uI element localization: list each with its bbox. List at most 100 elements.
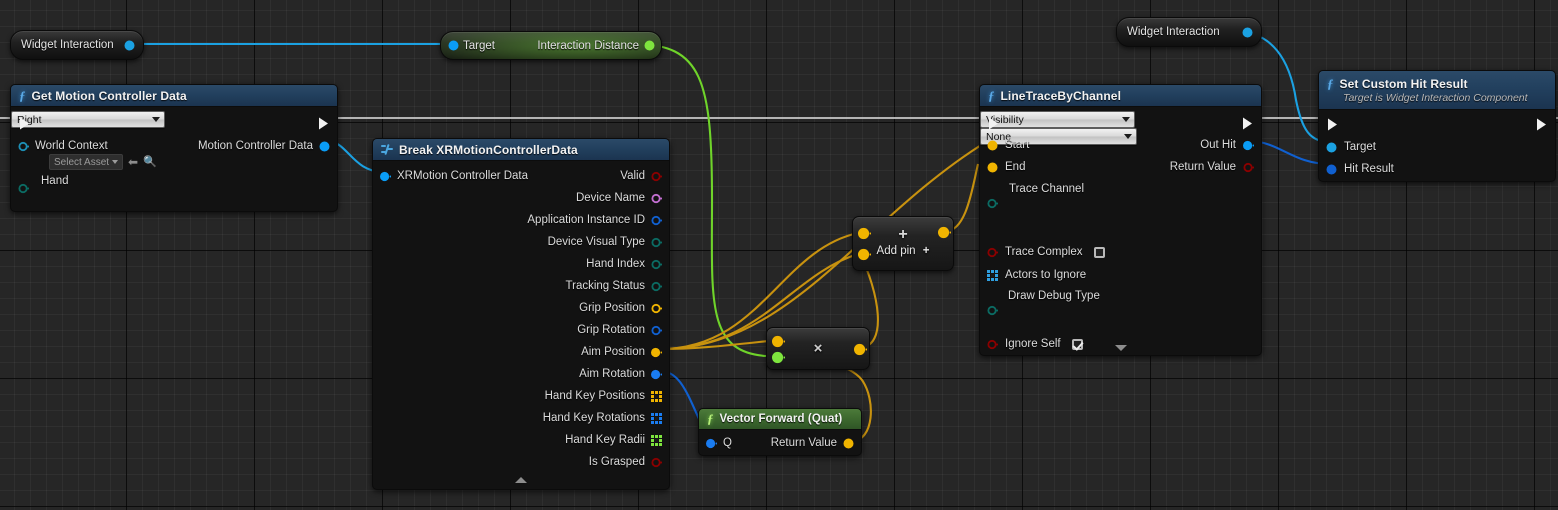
schr-input-hit-result[interactable]: Hit Result <box>1326 161 1394 177</box>
gmcd-input-hand[interactable] <box>18 180 29 196</box>
lt-input-draw-debug-type-pin[interactable] <box>987 302 998 318</box>
lt-input-end[interactable]: End <box>987 159 1025 175</box>
node-multiply[interactable]: × <box>766 327 870 370</box>
exec-in-arrow-icon[interactable] <box>988 117 999 130</box>
lt-input-actors-to-ignore[interactable]: Actors to Ignore <box>987 267 1086 283</box>
break-output-grip-position[interactable]: Grip Position <box>579 300 662 316</box>
exec-out-arrow-icon[interactable] <box>1242 117 1253 130</box>
lt-output-out-hit[interactable]: Out Hit <box>1200 137 1254 153</box>
vfq-output-return-value[interactable]: Return Value <box>771 435 854 451</box>
lt-output-return-value[interactable]: Return Value <box>1170 159 1254 175</box>
break-output-grip-rotation[interactable]: Grip Rotation <box>577 322 662 338</box>
line-trace-expand-down-arrow[interactable] <box>980 345 1261 351</box>
select-asset-dropdown[interactable]: Select Asset <box>49 154 124 170</box>
break-output-valid[interactable]: Valid <box>620 168 662 184</box>
break-output-device-visual-type[interactable]: Device Visual Type <box>548 234 662 250</box>
pin-lt-end[interactable] <box>987 162 998 173</box>
pin-motion-controller-data[interactable] <box>319 141 330 152</box>
lt-input-trace-channel-pin[interactable] <box>987 195 998 211</box>
pin-hand-key-rotations-array[interactable] <box>651 413 662 424</box>
browse-arrow-icon[interactable]: ⬅ <box>128 156 138 168</box>
pin-hand-key-positions-array[interactable] <box>651 391 662 402</box>
gmcd-output-motion-controller-data[interactable]: Motion Controller Data <box>198 138 330 154</box>
trace-channel-dropdown[interactable]: Visibility <box>980 111 1135 128</box>
node-get-interaction-distance[interactable]: Target Interaction Distance <box>440 31 662 60</box>
pin-schr-target[interactable] <box>1326 142 1337 153</box>
gmcd-world-context-asset-picker[interactable]: Select Asset ⬅ 🔍 <box>49 154 157 170</box>
pin-xr-motion-controller-data[interactable] <box>380 171 391 182</box>
lt-input-start[interactable]: Start <box>987 137 1029 153</box>
pin-lt-out-hit[interactable] <box>1243 140 1254 151</box>
exec-out-arrow-icon[interactable] <box>1536 118 1547 131</box>
pin-lt-start[interactable] <box>987 140 998 151</box>
blueprint-graph-canvas[interactable]: Widget Interaction ƒ Get Motion Controll… <box>0 0 1558 510</box>
pin-world-context[interactable] <box>18 141 29 152</box>
gmcd-input-world-context[interactable]: World Context <box>18 138 108 154</box>
node-widget-interaction-right[interactable]: Widget Interaction <box>1116 17 1262 47</box>
node-widget-interaction-left[interactable]: Widget Interaction <box>10 30 144 60</box>
pin-hand-index[interactable] <box>651 259 662 270</box>
pin-tracking-status[interactable] <box>651 281 662 292</box>
lt-input-trace-complex[interactable]: Trace Complex <box>987 244 1105 260</box>
pin-lt-draw-debug-type[interactable] <box>987 305 998 316</box>
break-output-hand-key-positions[interactable]: Hand Key Positions <box>545 388 662 404</box>
node-set-custom-hit-result[interactable]: ƒ Set Custom Hit Result Target is Widget… <box>1318 70 1556 182</box>
node-break-xr-motion-controller-data[interactable]: Break XRMotionControllerData XRMotion Co… <box>372 138 670 490</box>
pin-vfq-return-value[interactable] <box>843 438 854 449</box>
pin-lt-return-value[interactable] <box>1243 162 1254 173</box>
pin-vfq-q[interactable] <box>706 438 717 449</box>
pin-valid-boolean[interactable] <box>651 171 662 182</box>
node-vector-forward-quat[interactable]: ƒ Vector Forward (Quat) Q Return Value <box>698 408 862 456</box>
break-output-aim-position[interactable]: Aim Position <box>581 344 662 360</box>
break-output-hand-key-radii[interactable]: Hand Key Radii <box>565 432 662 448</box>
trace-complex-checkbox[interactable] <box>1093 246 1105 258</box>
pin-widget-interaction-left-out[interactable] <box>124 40 135 51</box>
lt-exec-in-row[interactable] <box>988 115 999 131</box>
pin-application-instance-id[interactable] <box>651 215 662 226</box>
exec-in-arrow-icon[interactable] <box>19 117 30 130</box>
hand-dropdown[interactable]: Right <box>11 111 165 128</box>
pin-grip-rotation[interactable] <box>651 325 662 336</box>
pin-device-name[interactable] <box>651 193 662 204</box>
pin-hand[interactable] <box>18 183 29 194</box>
exec-out-arrow-icon[interactable] <box>318 117 329 130</box>
pin-grip-position[interactable] <box>651 303 662 314</box>
break-output-tracking-status[interactable]: Tracking Status <box>566 278 662 294</box>
break-output-aim-rotation[interactable]: Aim Rotation <box>579 366 662 382</box>
magnifier-icon[interactable]: 🔍 <box>143 156 157 168</box>
vfq-input-q[interactable]: Q <box>706 435 732 451</box>
break-output-hand-index[interactable]: Hand Index <box>586 256 662 272</box>
gmcd-exec-in-row[interactable] <box>19 115 30 131</box>
gmcd-exec-out-row[interactable] <box>318 115 329 131</box>
node-line-trace-by-channel[interactable]: ƒ LineTraceByChannel Start End Trace Cha… <box>979 84 1262 356</box>
schr-exec-out-row[interactable] <box>1536 116 1547 132</box>
break-input-xr-motion-controller-data[interactable]: XRMotion Controller Data <box>380 168 528 184</box>
add-pin-plus-icon[interactable]: + <box>923 245 930 257</box>
pin-lt-trace-channel[interactable] <box>987 198 998 209</box>
break-node-collapse-up-arrow[interactable] <box>373 477 669 483</box>
schr-exec-in-row[interactable] <box>1327 116 1338 132</box>
pin-schr-hit-result[interactable] <box>1326 164 1337 175</box>
pin-hand-key-radii-array[interactable] <box>651 435 662 446</box>
pin-device-visual-type[interactable] <box>651 237 662 248</box>
pin-aim-position[interactable] <box>651 347 662 358</box>
pin-interaction-distance-target[interactable] <box>448 40 459 51</box>
pin-multiply-output[interactable] <box>854 343 867 356</box>
pin-add-output[interactable] <box>938 226 951 239</box>
pin-is-grasped[interactable] <box>651 457 662 468</box>
node-get-motion-controller-data[interactable]: ƒ Get Motion Controller Data World Conte… <box>10 84 338 212</box>
exec-in-arrow-icon[interactable] <box>1327 118 1338 131</box>
break-output-device-name[interactable]: Device Name <box>576 190 662 206</box>
pin-interaction-distance-out[interactable] <box>644 40 655 51</box>
lt-exec-out-row[interactable] <box>1242 115 1253 131</box>
pin-widget-interaction-right-out[interactable] <box>1242 27 1253 38</box>
pin-lt-trace-complex[interactable] <box>987 247 998 258</box>
add-pin-row[interactable]: Add pin + <box>853 245 953 257</box>
break-output-hand-key-rotations[interactable]: Hand Key Rotations <box>543 410 662 426</box>
pin-aim-rotation[interactable] <box>651 369 662 380</box>
break-output-application-instance-id[interactable]: Application Instance ID <box>527 212 662 228</box>
break-output-is-grasped[interactable]: Is Grasped <box>589 454 662 470</box>
node-add[interactable]: + Add pin + <box>852 216 954 271</box>
schr-input-target[interactable]: Target <box>1326 139 1376 155</box>
pin-lt-actors-to-ignore-array[interactable] <box>987 270 998 281</box>
